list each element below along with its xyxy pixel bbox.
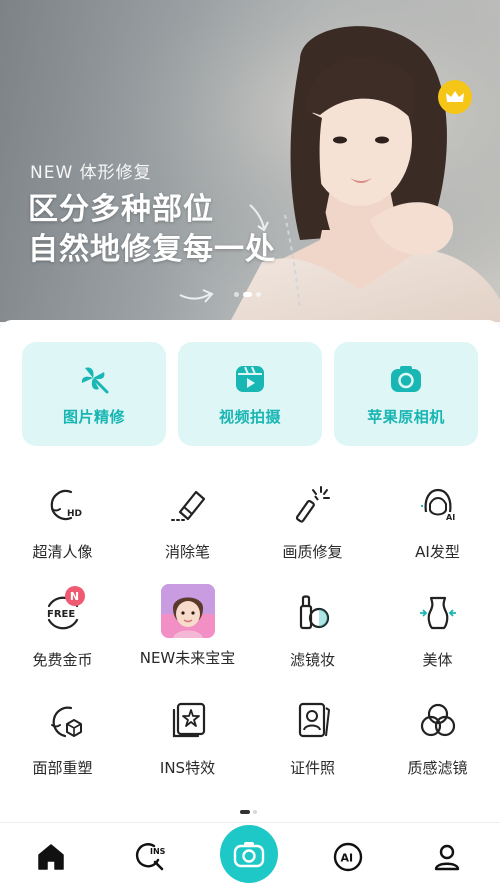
makeup-icon — [299, 595, 329, 630]
apple-camera-label: 苹果原相机 — [367, 407, 445, 426]
video-shoot-card[interactable]: 视频拍摄 — [178, 342, 322, 446]
banner-pagination — [234, 292, 261, 297]
feature-cards: 图片精修 视频拍摄 苹果原相机 — [22, 342, 478, 446]
body-shape-icon — [419, 596, 456, 630]
vip-badge[interactable] — [438, 80, 472, 114]
new-badge: N — [64, 586, 85, 606]
crown-icon — [446, 91, 464, 102]
tool-label: 美体 — [422, 651, 453, 669]
banner-dot-active — [243, 292, 252, 297]
camera-icon — [391, 365, 421, 392]
ins-search-icon: INS — [135, 843, 166, 871]
ai-hairstyle-icon: AI — [420, 488, 455, 522]
bottom-navigation: INS AI — [0, 822, 500, 888]
banner-title: 区分多种部位 自然地修复每一处 — [28, 190, 276, 270]
apple-camera-card[interactable]: 苹果原相机 — [334, 342, 478, 446]
tool-label: 质感滤镜 — [407, 759, 468, 777]
tool-label: 画质修复 — [282, 543, 343, 561]
main-panel: 图片精修 视频拍摄 苹果原相机 HD 超清人像 消除笔 画质修复 AI AI发型… — [0, 320, 500, 822]
tool-label: AI发型 — [415, 543, 460, 561]
tool-id-photo[interactable]: 证件照 — [250, 684, 375, 792]
tool-ins-effect[interactable]: INS特效 — [125, 684, 250, 792]
tool-texture-filter[interactable]: 质感滤镜 — [375, 684, 500, 792]
tool-label: INS特效 — [159, 759, 216, 777]
photo-retouch-label: 图片精修 — [62, 407, 125, 426]
tool-label: 消除笔 — [164, 543, 210, 561]
tool-face-reshape[interactable]: 面部重塑 — [0, 684, 125, 792]
svg-text:AI: AI — [341, 852, 354, 865]
nav-home[interactable] — [34, 840, 68, 874]
banner-title-line-1: 区分多种部位 — [28, 192, 214, 227]
face-reshape-icon — [50, 706, 82, 738]
page-dot-active — [240, 810, 250, 814]
nav-profile[interactable] — [430, 840, 464, 874]
tool-filter-makeup[interactable]: 滤镜妆 — [250, 576, 375, 684]
ins-effect-icon — [172, 702, 205, 738]
eraser-icon — [170, 490, 205, 521]
tool-future-baby[interactable]: NEW未来宝宝 — [125, 576, 250, 684]
tool-ai-hairstyle[interactable]: AI AI发型 — [375, 468, 500, 576]
tool-label: 超清人像 — [32, 543, 93, 561]
tool-hd-portrait[interactable]: HD 超清人像 — [0, 468, 125, 576]
banner-title-line-2: 自然地修复每一处 — [28, 232, 276, 267]
nav-ins-search[interactable]: INS — [134, 840, 168, 874]
promo-banner[interactable]: NEW 体形修复 区分多种部位 自然地修复每一处 — [0, 0, 500, 322]
camera-button[interactable] — [220, 825, 278, 883]
texture-filter-icon — [420, 703, 455, 737]
banner-subtitle: NEW 体形修复 — [30, 163, 152, 183]
magic-wand-icon — [295, 486, 330, 523]
svg-text:AI: AI — [446, 513, 455, 522]
tool-quality-repair[interactable]: 画质修复 — [250, 468, 375, 576]
home-icon — [38, 844, 64, 870]
tool-free-coins[interactable]: FREE N 免费金币 — [0, 576, 125, 684]
tools-grid: HD 超清人像 消除笔 画质修复 AI AI发型 FREE N 免费金币 NEW… — [0, 468, 500, 792]
ai-icon: AI — [333, 842, 363, 872]
tool-body-shape[interactable]: 美体 — [375, 576, 500, 684]
banner-dot — [234, 292, 239, 297]
tool-eraser[interactable]: 消除笔 — [125, 468, 250, 576]
nav-ai[interactable]: AI — [331, 840, 365, 874]
profile-icon — [434, 844, 460, 871]
video-camera-icon — [236, 365, 264, 392]
hd-portrait-icon: HD — [50, 489, 82, 521]
svg-text:HD: HD — [67, 509, 82, 519]
tool-label: NEW未来宝宝 — [139, 649, 236, 667]
pinwheel-icon — [81, 366, 109, 393]
photo-retouch-card[interactable]: 图片精修 — [22, 342, 166, 446]
tool-label: 滤镜妆 — [289, 651, 335, 669]
svg-text:FREE: FREE — [47, 609, 75, 620]
tool-label: 免费金币 — [32, 651, 93, 669]
tools-pagination — [240, 810, 257, 814]
id-photo-icon — [298, 702, 330, 738]
camera-icon — [233, 842, 265, 868]
tool-label: 面部重塑 — [32, 759, 93, 777]
video-shoot-label: 视频拍摄 — [218, 407, 281, 426]
tool-label: 证件照 — [289, 759, 335, 777]
baby-thumbnail — [160, 584, 215, 638]
banner-dot — [256, 292, 261, 297]
page-dot — [253, 810, 257, 814]
svg-text:INS: INS — [150, 847, 166, 856]
